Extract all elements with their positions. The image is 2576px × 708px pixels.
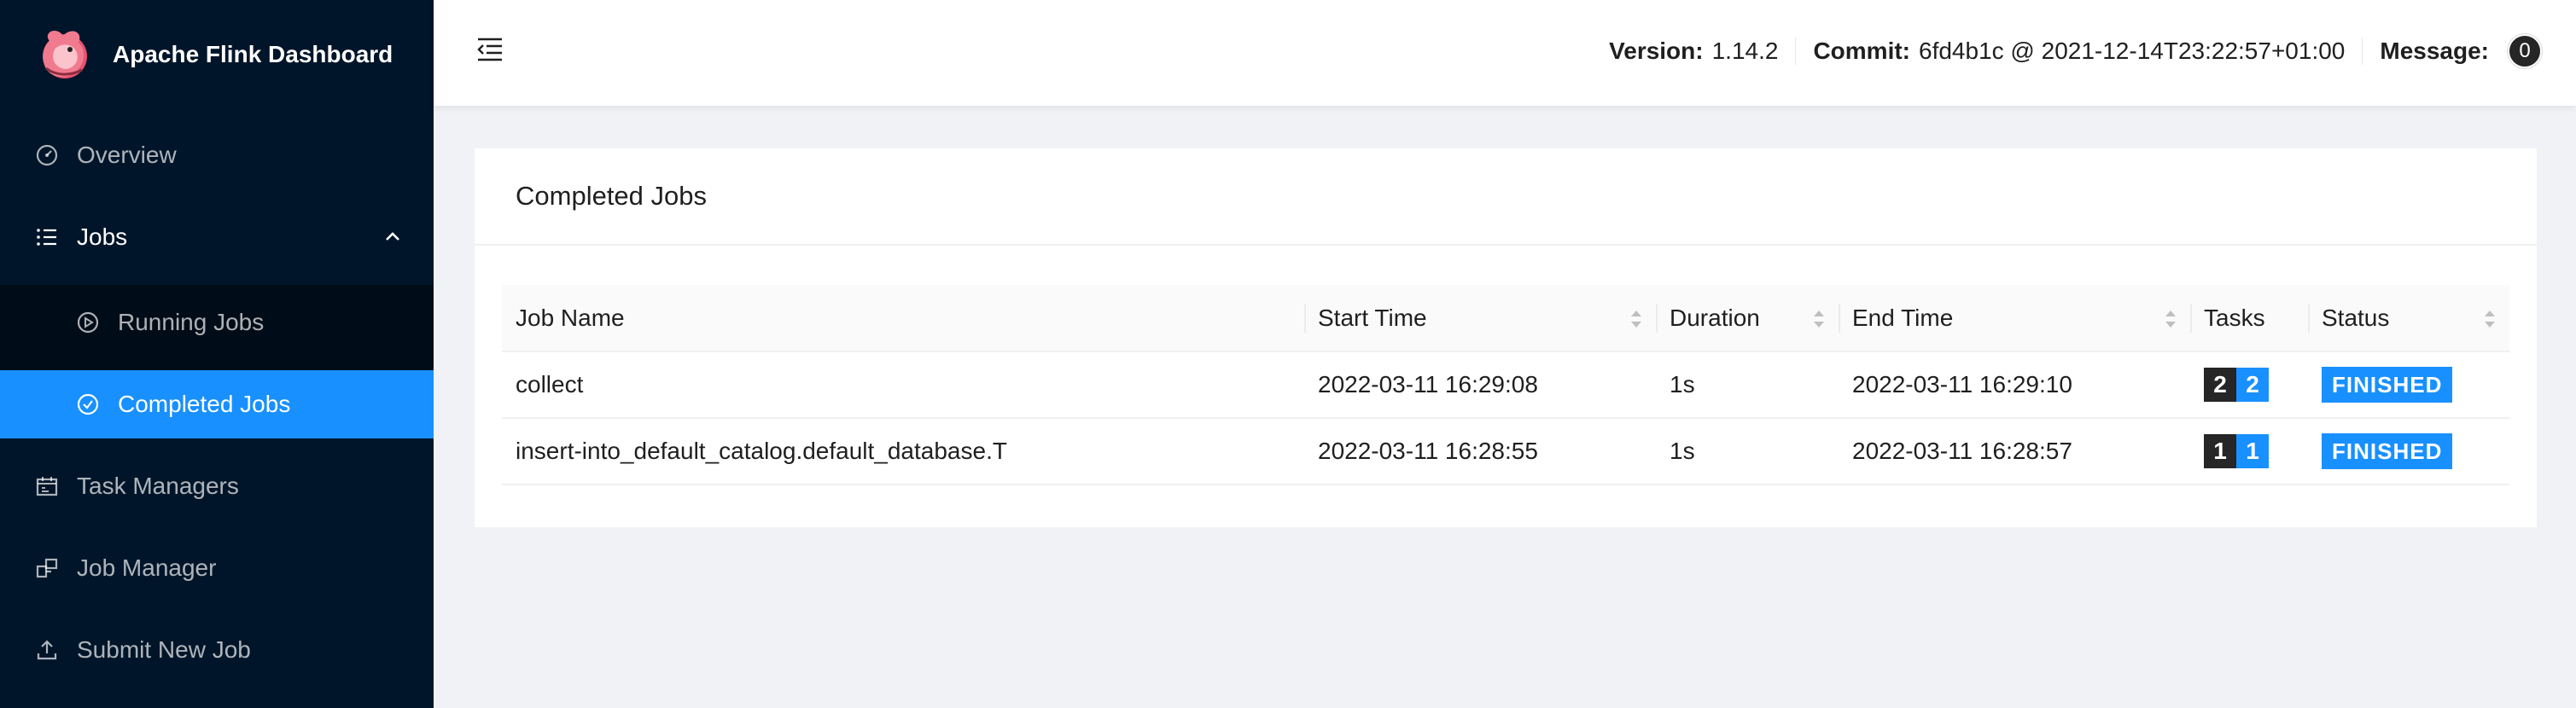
table-header-row: Job Name Start Time Duration End Time Ta… bbox=[502, 285, 2509, 352]
end-time-cell: 2022-03-11 16:29:10 bbox=[1839, 351, 2190, 419]
app-title: Apache Flink Dashboard bbox=[113, 41, 393, 67]
sort-icon[interactable] bbox=[1629, 307, 1644, 331]
end-time-cell: 2022-03-11 16:28:57 bbox=[1839, 418, 2190, 485]
task-total-badge: 2 bbox=[2204, 368, 2236, 402]
upload-icon bbox=[34, 637, 60, 663]
card-title: Completed Jobs bbox=[475, 148, 2537, 246]
sidebar-item-label: Completed Jobs bbox=[118, 391, 291, 417]
version-value: 1.14.2 bbox=[1711, 38, 1779, 64]
sidebar-item-overview[interactable]: Overview bbox=[0, 121, 434, 189]
tasks-cell: 2 2 bbox=[2190, 351, 2308, 419]
start-time-cell: 2022-03-11 16:29:08 bbox=[1304, 351, 1656, 419]
status-badge: FINISHED bbox=[2322, 367, 2453, 403]
sidebar-item-job-manager[interactable]: Job Manager bbox=[0, 534, 434, 602]
unordered-list-icon bbox=[34, 224, 60, 250]
job-name-cell: insert-into_default_catalog.default_data… bbox=[502, 418, 1304, 485]
column-header-status[interactable]: Status bbox=[2308, 285, 2509, 352]
header-info: Version: 1.14.2 Commit: 6fd4b1c @ 2021-1… bbox=[1609, 34, 2542, 68]
sidebar-item-label: Job Manager bbox=[77, 554, 217, 581]
column-header-start-time[interactable]: Start Time bbox=[1304, 285, 1656, 352]
commit-label: Commit: bbox=[1813, 38, 1910, 64]
chevron-up-icon[interactable] bbox=[382, 227, 403, 247]
column-header-end-time[interactable]: End Time bbox=[1839, 285, 2190, 352]
sidebar: Apache Flink Dashboard Overview Jobs Run… bbox=[0, 0, 434, 708]
sidebar-item-label: Running Jobs bbox=[118, 309, 265, 335]
message-info[interactable]: Message: 0 bbox=[2380, 34, 2542, 68]
sidebar-item-label: Task Managers bbox=[77, 473, 239, 499]
completed-jobs-table: Job Name Start Time Duration End Time Ta… bbox=[502, 285, 2509, 485]
sidebar-item-jobs[interactable]: Jobs bbox=[0, 203, 434, 271]
divider bbox=[1304, 304, 1306, 333]
table-row[interactable]: collect 2022-03-11 16:29:08 1s 2022-03-1… bbox=[502, 351, 2509, 419]
column-header-job-name: Job Name bbox=[502, 285, 1304, 352]
task-total-badge: 1 bbox=[2204, 434, 2236, 468]
column-header-duration[interactable]: Duration bbox=[1656, 285, 1839, 352]
duration-cell: 1s bbox=[1656, 418, 1839, 485]
column-header-tasks: Tasks bbox=[2190, 285, 2308, 352]
divider bbox=[2362, 38, 2363, 65]
message-label: Message: bbox=[2380, 38, 2489, 64]
squirrel-logo-icon bbox=[43, 30, 87, 78]
task-count-badges: 2 2 bbox=[2204, 368, 2269, 402]
jobs-submenu: Running Jobs Completed Jobs bbox=[0, 285, 434, 438]
check-circle-icon bbox=[75, 392, 101, 417]
sort-icon[interactable] bbox=[2163, 307, 2178, 331]
divider bbox=[1795, 38, 1797, 65]
tasks-cell: 1 1 bbox=[2190, 418, 2308, 485]
divider bbox=[1839, 304, 1840, 333]
sort-icon[interactable] bbox=[1811, 307, 1827, 331]
status-cell: FINISHED bbox=[2308, 418, 2509, 485]
divider bbox=[2308, 304, 2310, 333]
message-count-badge[interactable]: 0 bbox=[2508, 34, 2542, 68]
sort-icon[interactable] bbox=[2482, 307, 2497, 331]
build-icon bbox=[34, 555, 60, 581]
sidebar-item-label: Jobs bbox=[77, 223, 128, 250]
commit-info: Commit: 6fd4b1c @ 2021-12-14T23:22:57+01… bbox=[1813, 38, 2345, 65]
job-name-cell: collect bbox=[502, 351, 1304, 419]
commit-value: 6fd4b1c @ 2021-12-14T23:22:57+01:00 bbox=[1919, 38, 2346, 64]
start-time-cell: 2022-03-11 16:28:55 bbox=[1304, 418, 1656, 485]
table-row[interactable]: insert-into_default_catalog.default_data… bbox=[502, 418, 2509, 485]
schedule-icon bbox=[34, 473, 60, 499]
sidebar-item-task-managers[interactable]: Task Managers bbox=[0, 452, 434, 520]
completed-jobs-card: Completed Jobs Job Name Start Time Durat… bbox=[475, 148, 2537, 527]
sidebar-item-running-jobs[interactable]: Running Jobs bbox=[0, 288, 434, 357]
dashboard-icon bbox=[34, 142, 60, 168]
sidebar-item-label: Submit New Job bbox=[77, 636, 251, 663]
task-count-badges: 1 1 bbox=[2204, 434, 2269, 468]
task-finished-badge: 1 bbox=[2236, 434, 2269, 468]
brand[interactable]: Apache Flink Dashboard bbox=[0, 0, 434, 109]
top-header: Version: 1.14.2 Commit: 6fd4b1c @ 2021-1… bbox=[434, 0, 2576, 106]
sidebar-menu: Overview Jobs Running Jobs Completed Job… bbox=[0, 121, 434, 684]
version-label: Version: bbox=[1609, 38, 1704, 64]
duration-cell: 1s bbox=[1656, 351, 1839, 419]
divider bbox=[2190, 304, 2192, 333]
status-badge: FINISHED bbox=[2322, 433, 2453, 469]
task-finished-badge: 2 bbox=[2236, 368, 2269, 402]
menu-fold-icon[interactable] bbox=[475, 34, 505, 65]
sidebar-item-submit-new-job[interactable]: Submit New Job bbox=[0, 616, 434, 684]
divider bbox=[1656, 304, 1658, 333]
status-cell: FINISHED bbox=[2308, 351, 2509, 419]
version-info: Version: 1.14.2 bbox=[1609, 38, 1778, 65]
sidebar-item-completed-jobs[interactable]: Completed Jobs bbox=[0, 370, 434, 438]
play-circle-icon bbox=[75, 310, 101, 335]
sidebar-item-label: Overview bbox=[77, 142, 177, 168]
